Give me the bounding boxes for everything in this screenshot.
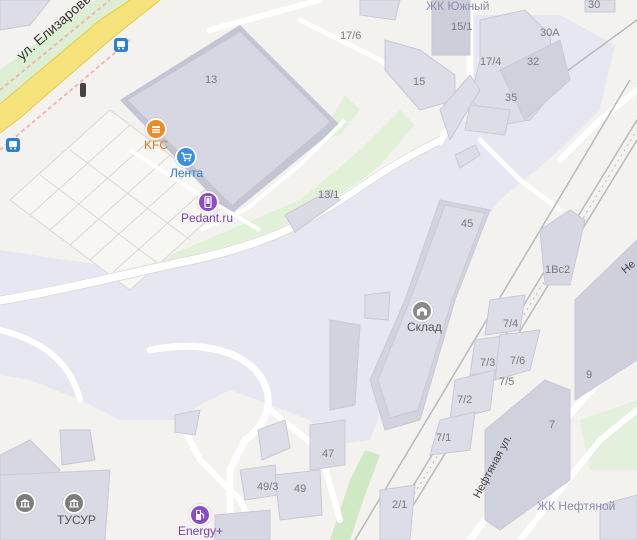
building-number: 15/1 [451, 21, 473, 33]
building-number: 7/1 [436, 432, 452, 444]
building-number: 7/5 [499, 376, 515, 388]
fuel-station-icon[interactable] [189, 504, 211, 526]
building-number: 17/6 [340, 30, 362, 42]
building-number: 49 [294, 483, 307, 495]
building-number: 49/3 [257, 481, 279, 493]
building-number: 7/6 [510, 355, 526, 367]
building-number: 47 [322, 448, 335, 460]
bus-stop-icon[interactable] [114, 38, 128, 52]
building-number: 32 [527, 56, 540, 68]
building-number: 45 [461, 218, 474, 230]
building-number: 30А [540, 27, 560, 39]
building-number: 7/3 [480, 357, 496, 369]
building-number: 13 [205, 74, 218, 86]
building-number: 17/4 [480, 56, 502, 68]
poi-label-tusur[interactable]: ТУСУР [57, 514, 96, 526]
building-number: 1Вс2 [545, 264, 571, 276]
map-base-layer [0, 0, 637, 540]
building-number: 2/1 [392, 499, 408, 511]
university-icon[interactable] [14, 492, 36, 514]
map-canvas[interactable]: ул. Елизаровых Нефтяная ул. Не ЖК Южный … [0, 0, 637, 540]
building-number: 9 [586, 369, 593, 381]
traffic-light-icon [80, 83, 86, 97]
phone-repair-icon[interactable] [197, 191, 219, 213]
warehouse-icon[interactable] [411, 300, 433, 322]
poi-label-sklad[interactable]: Склад [407, 321, 442, 333]
building-number: 13/1 [318, 189, 340, 201]
building-number: 7/2 [457, 394, 473, 406]
district-label-yuzhny: ЖК Южный [426, 0, 490, 13]
district-label-neftyanoy: ЖК Нефтяной [537, 499, 616, 513]
poi-label-pedant[interactable]: Pedant.ru [181, 212, 233, 224]
poi-label-lenta[interactable]: Лента [170, 167, 203, 179]
shopping-cart-icon[interactable] [175, 146, 197, 168]
poi-label-energy[interactable]: Energy+ [178, 525, 223, 537]
poi-label-kfc[interactable]: KFC [144, 139, 168, 151]
building-number: 15 [413, 76, 426, 88]
bus-stop-icon[interactable] [6, 138, 20, 152]
building-number: 35 [505, 92, 518, 104]
fast-food-icon[interactable] [145, 118, 167, 140]
building-number: 7 [549, 419, 556, 431]
building-number: 7/4 [503, 318, 519, 330]
building-number: 30 [588, 0, 601, 11]
university-icon[interactable] [63, 492, 85, 514]
